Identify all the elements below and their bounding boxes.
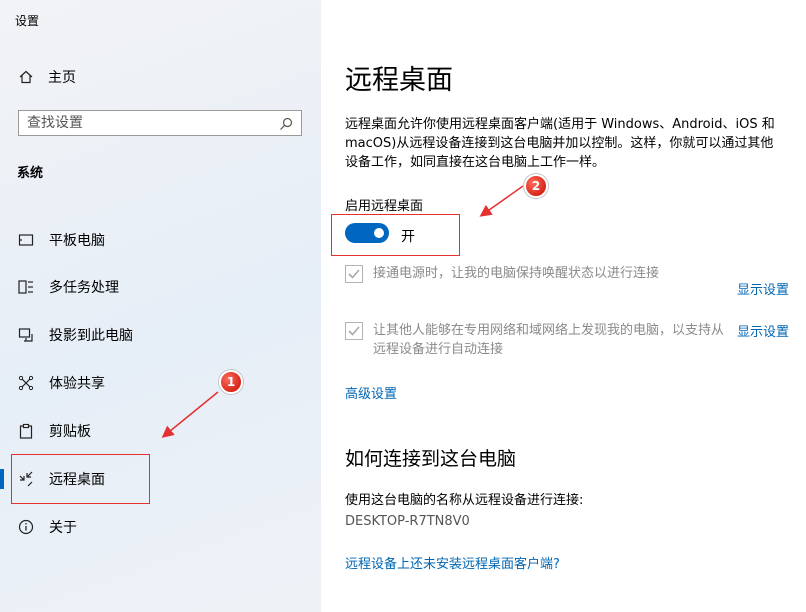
share-icon — [17, 374, 35, 392]
sidebar-item-label: 多任务处理 — [49, 280, 119, 296]
search-input[interactable] — [27, 115, 279, 131]
how-to-connect-heading: 如何连接到这台电脑 — [345, 448, 517, 470]
sidebar-item-about[interactable]: 关于 — [0, 509, 321, 545]
toggle-knob — [374, 228, 384, 238]
sidebar-item-multitasking[interactable]: 多任务处理 — [0, 269, 321, 305]
no-client-link[interactable]: 远程设备上还未安装远程桌面客户端? — [345, 553, 560, 572]
page-title: 远程桌面 — [345, 65, 453, 96]
search-box[interactable] — [18, 110, 302, 136]
show-settings-link-1[interactable]: 显示设置 — [737, 279, 789, 298]
multitasking-icon — [17, 278, 35, 296]
sidebar-item-label: 剪贴板 — [49, 424, 91, 440]
annotation-badge-1: 1 — [219, 370, 243, 394]
keep-awake-checkbox[interactable] — [345, 265, 363, 283]
show-settings-link-2[interactable]: 显示设置 — [737, 321, 789, 340]
checkmark-icon — [348, 269, 360, 279]
connect-instruction: 使用这台电脑的名称从远程设备进行连接: — [345, 493, 584, 508]
sidebar-item-clipboard[interactable]: 剪贴板 — [0, 413, 321, 449]
search-icon[interactable] — [279, 116, 293, 130]
description-text: 远程桌面允许你使用远程桌面客户端(适用于 Windows、Android、iOS… — [345, 117, 775, 170]
sidebar-item-label: 体验共享 — [49, 376, 105, 392]
section-title: 系统 — [17, 166, 44, 181]
info-icon — [17, 518, 35, 536]
annotation-badge-2: 2 — [524, 174, 548, 198]
nav-home[interactable]: 主页 — [18, 67, 76, 87]
clipboard-icon — [17, 422, 35, 440]
sidebar-item-remote-desktop[interactable]: 远程桌面 — [0, 461, 321, 497]
sidebar-item-label: 投影到此电脑 — [49, 328, 133, 344]
keep-awake-label: 接通电源时，让我的电脑保持唤醒状态以进行连接 — [373, 266, 660, 281]
app-title: 设置 — [15, 14, 40, 28]
nav-home-label: 主页 — [48, 70, 76, 86]
sidebar: 设置 主页 系统 平板电脑 多任务处理 投影到此电脑 体验共享 — [0, 0, 321, 612]
sidebar-item-tablet[interactable]: 平板电脑 — [0, 222, 321, 258]
discoverable-checkbox[interactable] — [345, 322, 363, 340]
tablet-icon — [17, 231, 35, 249]
toggle-label: 启用远程桌面 — [345, 199, 424, 214]
sidebar-item-label: 平板电脑 — [49, 233, 105, 249]
projector-icon — [17, 326, 35, 344]
pc-name: DESKTOP-R7TN8V0 — [345, 514, 470, 529]
active-indicator — [0, 469, 4, 489]
discoverable-label: 让其他人能够在专用网络和域网络上发现我的电脑，以支持从远程设备进行自动连接 — [373, 323, 725, 357]
advanced-settings-link[interactable]: 高级设置 — [345, 383, 397, 402]
remote-desktop-icon — [17, 470, 35, 488]
sidebar-item-label: 远程桌面 — [49, 472, 105, 488]
main-content: 远程桌面 远程桌面允许你使用远程桌面客户端(适用于 Windows、Androi… — [321, 0, 806, 612]
sidebar-item-label: 关于 — [49, 520, 77, 536]
sidebar-item-shared-experiences[interactable]: 体验共享 — [0, 365, 321, 401]
remote-desktop-toggle[interactable] — [345, 223, 389, 243]
home-icon — [18, 70, 34, 84]
checkmark-icon — [348, 326, 360, 336]
sidebar-item-projecting[interactable]: 投影到此电脑 — [0, 317, 321, 353]
toggle-state-text: 开 — [401, 229, 415, 245]
